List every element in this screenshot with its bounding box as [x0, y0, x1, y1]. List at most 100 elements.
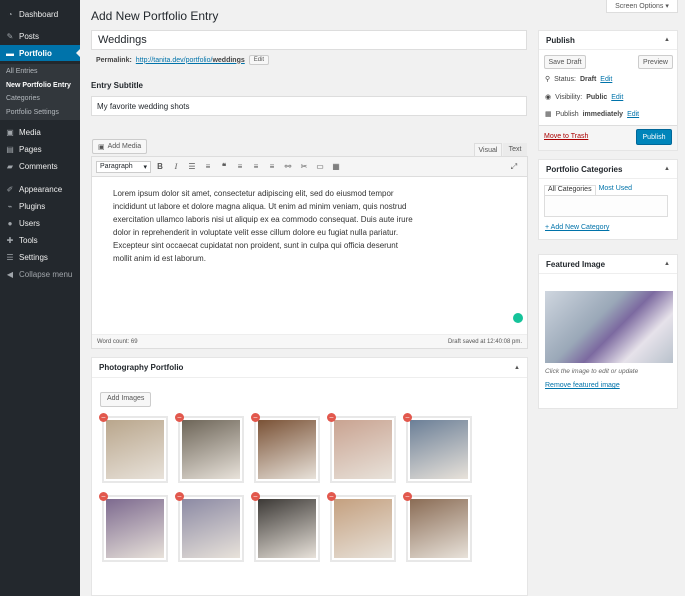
- dashboard-icon: ◔: [7, 9, 13, 19]
- gallery-thumbnail[interactable]: –: [175, 413, 244, 483]
- chevron-down-icon: ▾: [665, 3, 669, 10]
- permalink-link[interactable]: http://tanita.dev/portfolio/weddings: [136, 57, 245, 64]
- align-right-icon[interactable]: ≡: [265, 160, 279, 174]
- screen-options-button[interactable]: Screen Options ▾: [606, 0, 678, 13]
- gallery-thumbnail[interactable]: –: [403, 413, 472, 483]
- gallery-thumbnail[interactable]: –: [175, 492, 244, 562]
- subtitle-input[interactable]: My favorite wedding shots: [91, 96, 527, 116]
- unlink-icon[interactable]: ✂: [297, 160, 311, 174]
- portfolio-box-header[interactable]: Photography Portfolio ▲: [92, 358, 527, 378]
- publish-button[interactable]: Publish: [636, 129, 672, 145]
- sidebar-item-appearance[interactable]: ✐ Appearance: [0, 181, 80, 197]
- sidebar-item-tools[interactable]: ✚ Tools: [0, 232, 80, 248]
- gallery-thumbnail[interactable]: –: [251, 492, 320, 562]
- toolbar-toggle-icon[interactable]: ▦: [329, 160, 343, 174]
- submenu-categories[interactable]: Categories: [6, 95, 40, 102]
- hands-rings-icon: [334, 420, 392, 479]
- publish-actions: Move to Trash Publish: [539, 125, 677, 150]
- photography-portfolio-box: Photography Portfolio ▲ Add Images – – – – –…: [91, 357, 528, 596]
- submenu-all-entries[interactable]: All Entries: [6, 68, 38, 75]
- sidebar-item-portfolio[interactable]: ▬ Portfolio: [0, 45, 80, 61]
- status-edit-link[interactable]: Edit: [600, 76, 612, 83]
- remove-image-icon[interactable]: –: [327, 492, 336, 501]
- featured-box-header[interactable]: Featured Image ▲: [539, 255, 677, 274]
- editor-text[interactable]: Lorem ipsum dolor sit amet, consectetur …: [113, 187, 413, 265]
- sidebar-item-users[interactable]: ● Users: [0, 215, 80, 231]
- tab-most-used[interactable]: Most Used: [596, 185, 635, 195]
- comment-icon: ▰: [6, 161, 14, 171]
- remove-featured-image-link[interactable]: Remove featured image: [545, 382, 620, 389]
- italic-icon[interactable]: I: [169, 160, 183, 174]
- add-images-button[interactable]: Add Images: [100, 392, 152, 407]
- add-new-category-link[interactable]: + Add New Category: [545, 224, 609, 231]
- bold-icon[interactable]: B: [153, 160, 167, 174]
- gallery-thumbnail[interactable]: –: [99, 492, 168, 562]
- gallery-thumbnail[interactable]: –: [403, 492, 472, 562]
- current-arrow: [76, 49, 80, 57]
- submenu-new-entry[interactable]: New Portfolio Entry: [6, 82, 71, 89]
- remove-image-icon[interactable]: –: [327, 413, 336, 422]
- gallery-thumbnail[interactable]: –: [251, 413, 320, 483]
- collapse-caret-icon[interactable]: ▲: [514, 365, 520, 371]
- link-icon[interactable]: ⚯: [281, 160, 295, 174]
- category-checklist[interactable]: [544, 195, 668, 217]
- sidebar-item-posts[interactable]: ✎ Posts: [0, 28, 80, 44]
- title-input[interactable]: Weddings: [91, 30, 527, 50]
- schedule-edit-link[interactable]: Edit: [627, 111, 639, 118]
- chevron-down-icon: ▾: [143, 163, 147, 171]
- eye-icon: ◉: [545, 94, 552, 101]
- editor-toolbar: Paragraph ▾ B I ☰ ≡ ❝ ≡ ≡ ≡ ⚯ ✂ ▭ ▦ ⤢: [92, 157, 527, 177]
- publish-box: Publish ▲ Save Draft Preview ⚲ Status: Draf…: [538, 30, 678, 151]
- fullscreen-icon[interactable]: ⤢: [507, 160, 521, 174]
- move-to-trash-link[interactable]: Move to Trash: [544, 133, 588, 140]
- sidebar-item-media[interactable]: ▣ Media: [0, 124, 80, 140]
- content-editor: Paragraph ▾ B I ☰ ≡ ❝ ≡ ≡ ≡ ⚯ ✂ ▭ ▦ ⤢ Lor…: [91, 156, 528, 349]
- align-left-icon[interactable]: ≡: [233, 160, 247, 174]
- remove-image-icon[interactable]: –: [175, 492, 184, 501]
- remove-image-icon[interactable]: –: [251, 492, 260, 501]
- align-center-icon[interactable]: ≡: [249, 160, 263, 174]
- remove-image-icon[interactable]: –: [99, 413, 108, 422]
- sidebar-item-comments[interactable]: ▰ Comments: [0, 158, 80, 174]
- format-select[interactable]: Paragraph ▾: [96, 160, 151, 173]
- grammarly-icon[interactable]: [513, 313, 523, 323]
- tab-visual[interactable]: Visual: [474, 143, 502, 156]
- media-icon: ▣: [98, 143, 105, 151]
- gallery-thumbnail[interactable]: –: [99, 413, 168, 483]
- remove-image-icon[interactable]: –: [403, 413, 412, 422]
- collapse-caret-icon[interactable]: ▲: [664, 166, 670, 172]
- numbered-list-icon[interactable]: ≡: [201, 160, 215, 174]
- preview-button[interactable]: Preview: [638, 55, 673, 69]
- save-draft-button[interactable]: Save Draft: [544, 55, 586, 69]
- lace-dress-icon: [182, 420, 240, 479]
- permalink-edit-button[interactable]: Edit: [248, 55, 270, 65]
- calendar-icon: ▦: [545, 111, 552, 118]
- user-icon: ●: [7, 218, 13, 228]
- remove-image-icon[interactable]: –: [99, 492, 108, 501]
- tab-text[interactable]: Text: [503, 143, 527, 156]
- featured-hint: Click the image to edit or update: [545, 368, 639, 375]
- add-media-button[interactable]: ▣ Add Media: [92, 139, 148, 154]
- remove-image-icon[interactable]: –: [251, 413, 260, 422]
- sidebar-item-plugins[interactable]: ⌁ Plugins: [0, 198, 80, 214]
- publish-box-header[interactable]: Publish ▲: [539, 31, 677, 50]
- remove-image-icon[interactable]: –: [403, 492, 412, 501]
- submenu-settings[interactable]: Portfolio Settings: [6, 109, 59, 116]
- categories-box-header[interactable]: Portfolio Categories ▲: [539, 160, 677, 179]
- remove-image-icon[interactable]: –: [175, 413, 184, 422]
- collapse-caret-icon[interactable]: ▲: [664, 261, 670, 267]
- blockquote-icon[interactable]: ❝: [217, 160, 231, 174]
- collapse-caret-icon[interactable]: ▲: [664, 37, 670, 43]
- sidebar-item-dashboard[interactable]: ◔ Dashboard: [0, 6, 80, 22]
- bullet-list-icon[interactable]: ☰: [185, 160, 199, 174]
- gallery-thumbnail[interactable]: –: [327, 492, 396, 562]
- tab-all-categories[interactable]: All Categories: [544, 185, 596, 195]
- visibility-edit-link[interactable]: Edit: [611, 94, 623, 101]
- collapse-menu[interactable]: ◀ Collapse menu: [0, 266, 80, 282]
- sidebar-item-settings[interactable]: ☰ Settings: [0, 249, 80, 265]
- featured-image[interactable]: [545, 291, 673, 363]
- couple-walk-icon: [106, 499, 164, 558]
- sidebar-item-pages[interactable]: ▤ Pages: [0, 141, 80, 157]
- more-tag-icon[interactable]: ▭: [313, 160, 327, 174]
- gallery-thumbnail[interactable]: –: [327, 413, 396, 483]
